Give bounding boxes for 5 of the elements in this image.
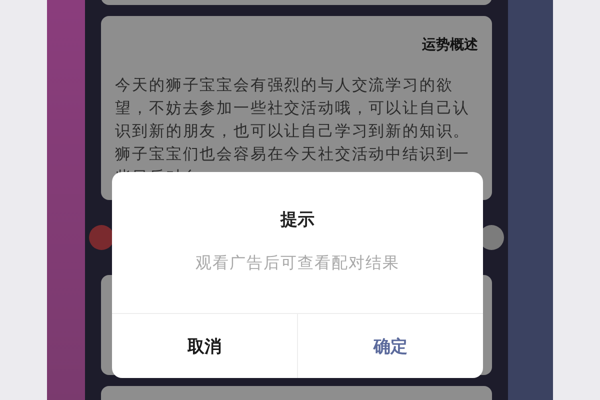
confirm-button[interactable]: 确定	[297, 314, 483, 378]
cancel-button[interactable]: 取消	[112, 314, 297, 378]
dialog-title: 提示	[280, 209, 314, 231]
dialog-message: 观看广告后可查看配对结果	[196, 253, 400, 274]
card-title: 运势概述	[422, 36, 478, 54]
